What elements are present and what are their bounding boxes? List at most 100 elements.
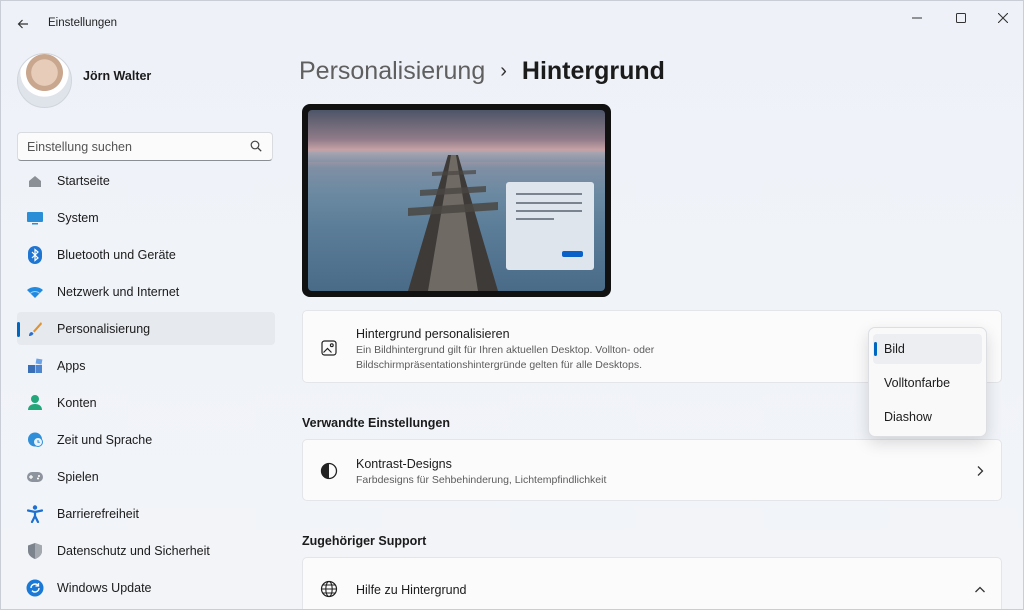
accessibility-icon	[26, 504, 44, 523]
sidebar-item-datenschutz[interactable]: Datenschutz und Sicherheit	[17, 534, 275, 567]
app-title: Einstellungen	[48, 17, 118, 29]
selection-indicator	[17, 470, 20, 485]
sidebar-item-spielen[interactable]: Spielen	[17, 460, 275, 493]
minimize-icon	[912, 17, 922, 19]
selection-indicator	[17, 544, 20, 559]
dropdown-option-diashow[interactable]: Diashow	[873, 402, 982, 432]
sidebar-item-label: Windows Update	[57, 580, 152, 595]
search-icon[interactable]	[249, 139, 263, 153]
breadcrumb-separator: ›	[500, 60, 507, 82]
preview-button-mockup	[562, 251, 583, 257]
selection-indicator	[17, 581, 20, 596]
profile-name: Jörn Walter	[83, 69, 152, 83]
apps-icon	[26, 357, 44, 375]
close-button[interactable]	[987, 7, 1019, 29]
sidebar-item-label: Spielen	[57, 469, 99, 484]
title-bar: Einstellungen	[1, 1, 1023, 45]
bluetooth-icon	[26, 245, 44, 264]
selection-indicator	[17, 322, 20, 337]
selection-indicator	[17, 433, 20, 448]
wifi-icon	[26, 283, 44, 301]
back-arrow-icon	[17, 19, 28, 29]
person-icon	[26, 394, 44, 412]
settings-window: Einstellungen Jörn Walter Startseite	[0, 0, 1024, 610]
sidebar-item-startseite[interactable]: Startseite	[17, 169, 275, 197]
sidebar-item-label: System	[57, 210, 99, 225]
maximize-button[interactable]	[945, 7, 977, 29]
dropdown-option-bild[interactable]: Bild	[873, 334, 982, 364]
sidebar-item-label: Datenschutz und Sicherheit	[57, 543, 210, 558]
maximize-icon	[956, 13, 966, 23]
preview-line	[516, 218, 554, 220]
sidebar-item-label: Bluetooth und Geräte	[57, 247, 176, 262]
selection-indicator	[17, 248, 20, 263]
support-heading: Zugehöriger Support	[302, 534, 427, 548]
dropdown-option-label: Diashow	[884, 410, 932, 424]
selection-indicator	[17, 174, 20, 189]
sidebar-list: Startseite System Bluetooth und Geräte N…	[17, 169, 275, 608]
back-button[interactable]	[11, 13, 35, 35]
search-box[interactable]	[17, 132, 273, 161]
help-background-title: Hilfe zu Hintergrund	[356, 583, 467, 597]
sidebar-item-konten[interactable]: Konten	[17, 386, 275, 419]
dropdown-option-label: Bild	[884, 342, 905, 356]
chevron-right-icon	[977, 466, 984, 476]
gamepad-icon	[26, 468, 44, 486]
sidebar-item-apps[interactable]: Apps	[17, 349, 275, 382]
sidebar-item-zeit-sprache[interactable]: Zeit und Sprache	[17, 423, 275, 456]
image-icon	[320, 339, 338, 357]
background-type-dropdown[interactable]: Bild Volltonfarbe Diashow	[868, 327, 987, 437]
sidebar-item-label: Personalisierung	[57, 321, 151, 336]
home-icon	[26, 172, 44, 190]
sidebar-item-label: Konten	[57, 395, 97, 410]
sidebar-item-label: Apps	[57, 358, 86, 373]
sidebar-item-label: Startseite	[57, 173, 110, 188]
breadcrumb: Personalisierung › Hintergrund	[299, 57, 665, 86]
selection-indicator	[17, 359, 20, 374]
sidebar-item-label: Netzwerk und Internet	[57, 284, 180, 299]
sidebar-item-label: Zeit und Sprache	[57, 432, 153, 447]
chevron-up-icon[interactable]	[974, 584, 986, 596]
contrast-icon	[320, 462, 338, 480]
monitor-icon	[26, 209, 44, 227]
sidebar-item-netzwerk[interactable]: Netzwerk und Internet	[17, 275, 275, 308]
selection-indicator	[17, 211, 20, 226]
dropdown-option-label: Volltonfarbe	[884, 376, 951, 390]
contrast-themes-title: Kontrast-Designs	[356, 457, 452, 471]
sidebar-item-bluetooth[interactable]: Bluetooth und Geräte	[17, 238, 275, 271]
sidebar-item-windows-update[interactable]: Windows Update	[17, 571, 275, 604]
minimize-button[interactable]	[901, 7, 933, 29]
contrast-themes-card[interactable]: Kontrast-Designs Farbdesigns für Sehbehi…	[302, 439, 1002, 501]
background-setting-title: Hintergrund personalisieren	[356, 327, 510, 341]
related-settings-heading: Verwandte Einstellungen	[302, 416, 450, 430]
selection-indicator	[17, 396, 20, 411]
sidebar-item-barrierefreiheit[interactable]: Barrierefreiheit	[17, 497, 275, 530]
update-icon	[26, 579, 44, 597]
globe-icon	[320, 580, 338, 598]
selection-indicator	[874, 342, 877, 356]
avatar	[17, 53, 72, 108]
globe-clock-icon	[26, 431, 44, 449]
preview-line	[516, 193, 582, 195]
background-setting-description: Ein Bildhintergrund gilt für Ihren aktue…	[356, 344, 655, 371]
breadcrumb-parent[interactable]: Personalisierung	[299, 57, 485, 86]
page-title: Hintergrund	[521, 57, 665, 85]
contrast-themes-description: Farbdesigns für Sehbehinderung, Lichtemp…	[356, 474, 607, 486]
sidebar-item-label: Barrierefreiheit	[57, 506, 139, 521]
help-background-card[interactable]: Hilfe zu Hintergrund	[302, 557, 1002, 609]
preview-line	[516, 210, 582, 212]
preview-window-mockup	[506, 182, 594, 270]
preview-line	[516, 202, 582, 204]
dropdown-option-volltonfarbe[interactable]: Volltonfarbe	[873, 368, 982, 398]
search-input[interactable]	[18, 133, 246, 160]
wallpaper-image	[308, 110, 605, 291]
close-icon	[998, 13, 1008, 23]
shield-icon	[26, 542, 44, 560]
sidebar-item-system[interactable]: System	[17, 201, 275, 234]
desktop-preview	[302, 104, 611, 297]
sidebar-item-personalisierung[interactable]: Personalisierung	[17, 312, 275, 345]
selection-indicator	[17, 285, 20, 300]
sidebar-nav: Startseite System Bluetooth und Geräte N…	[17, 169, 275, 609]
selection-indicator	[17, 507, 20, 522]
brush-icon	[26, 320, 44, 338]
